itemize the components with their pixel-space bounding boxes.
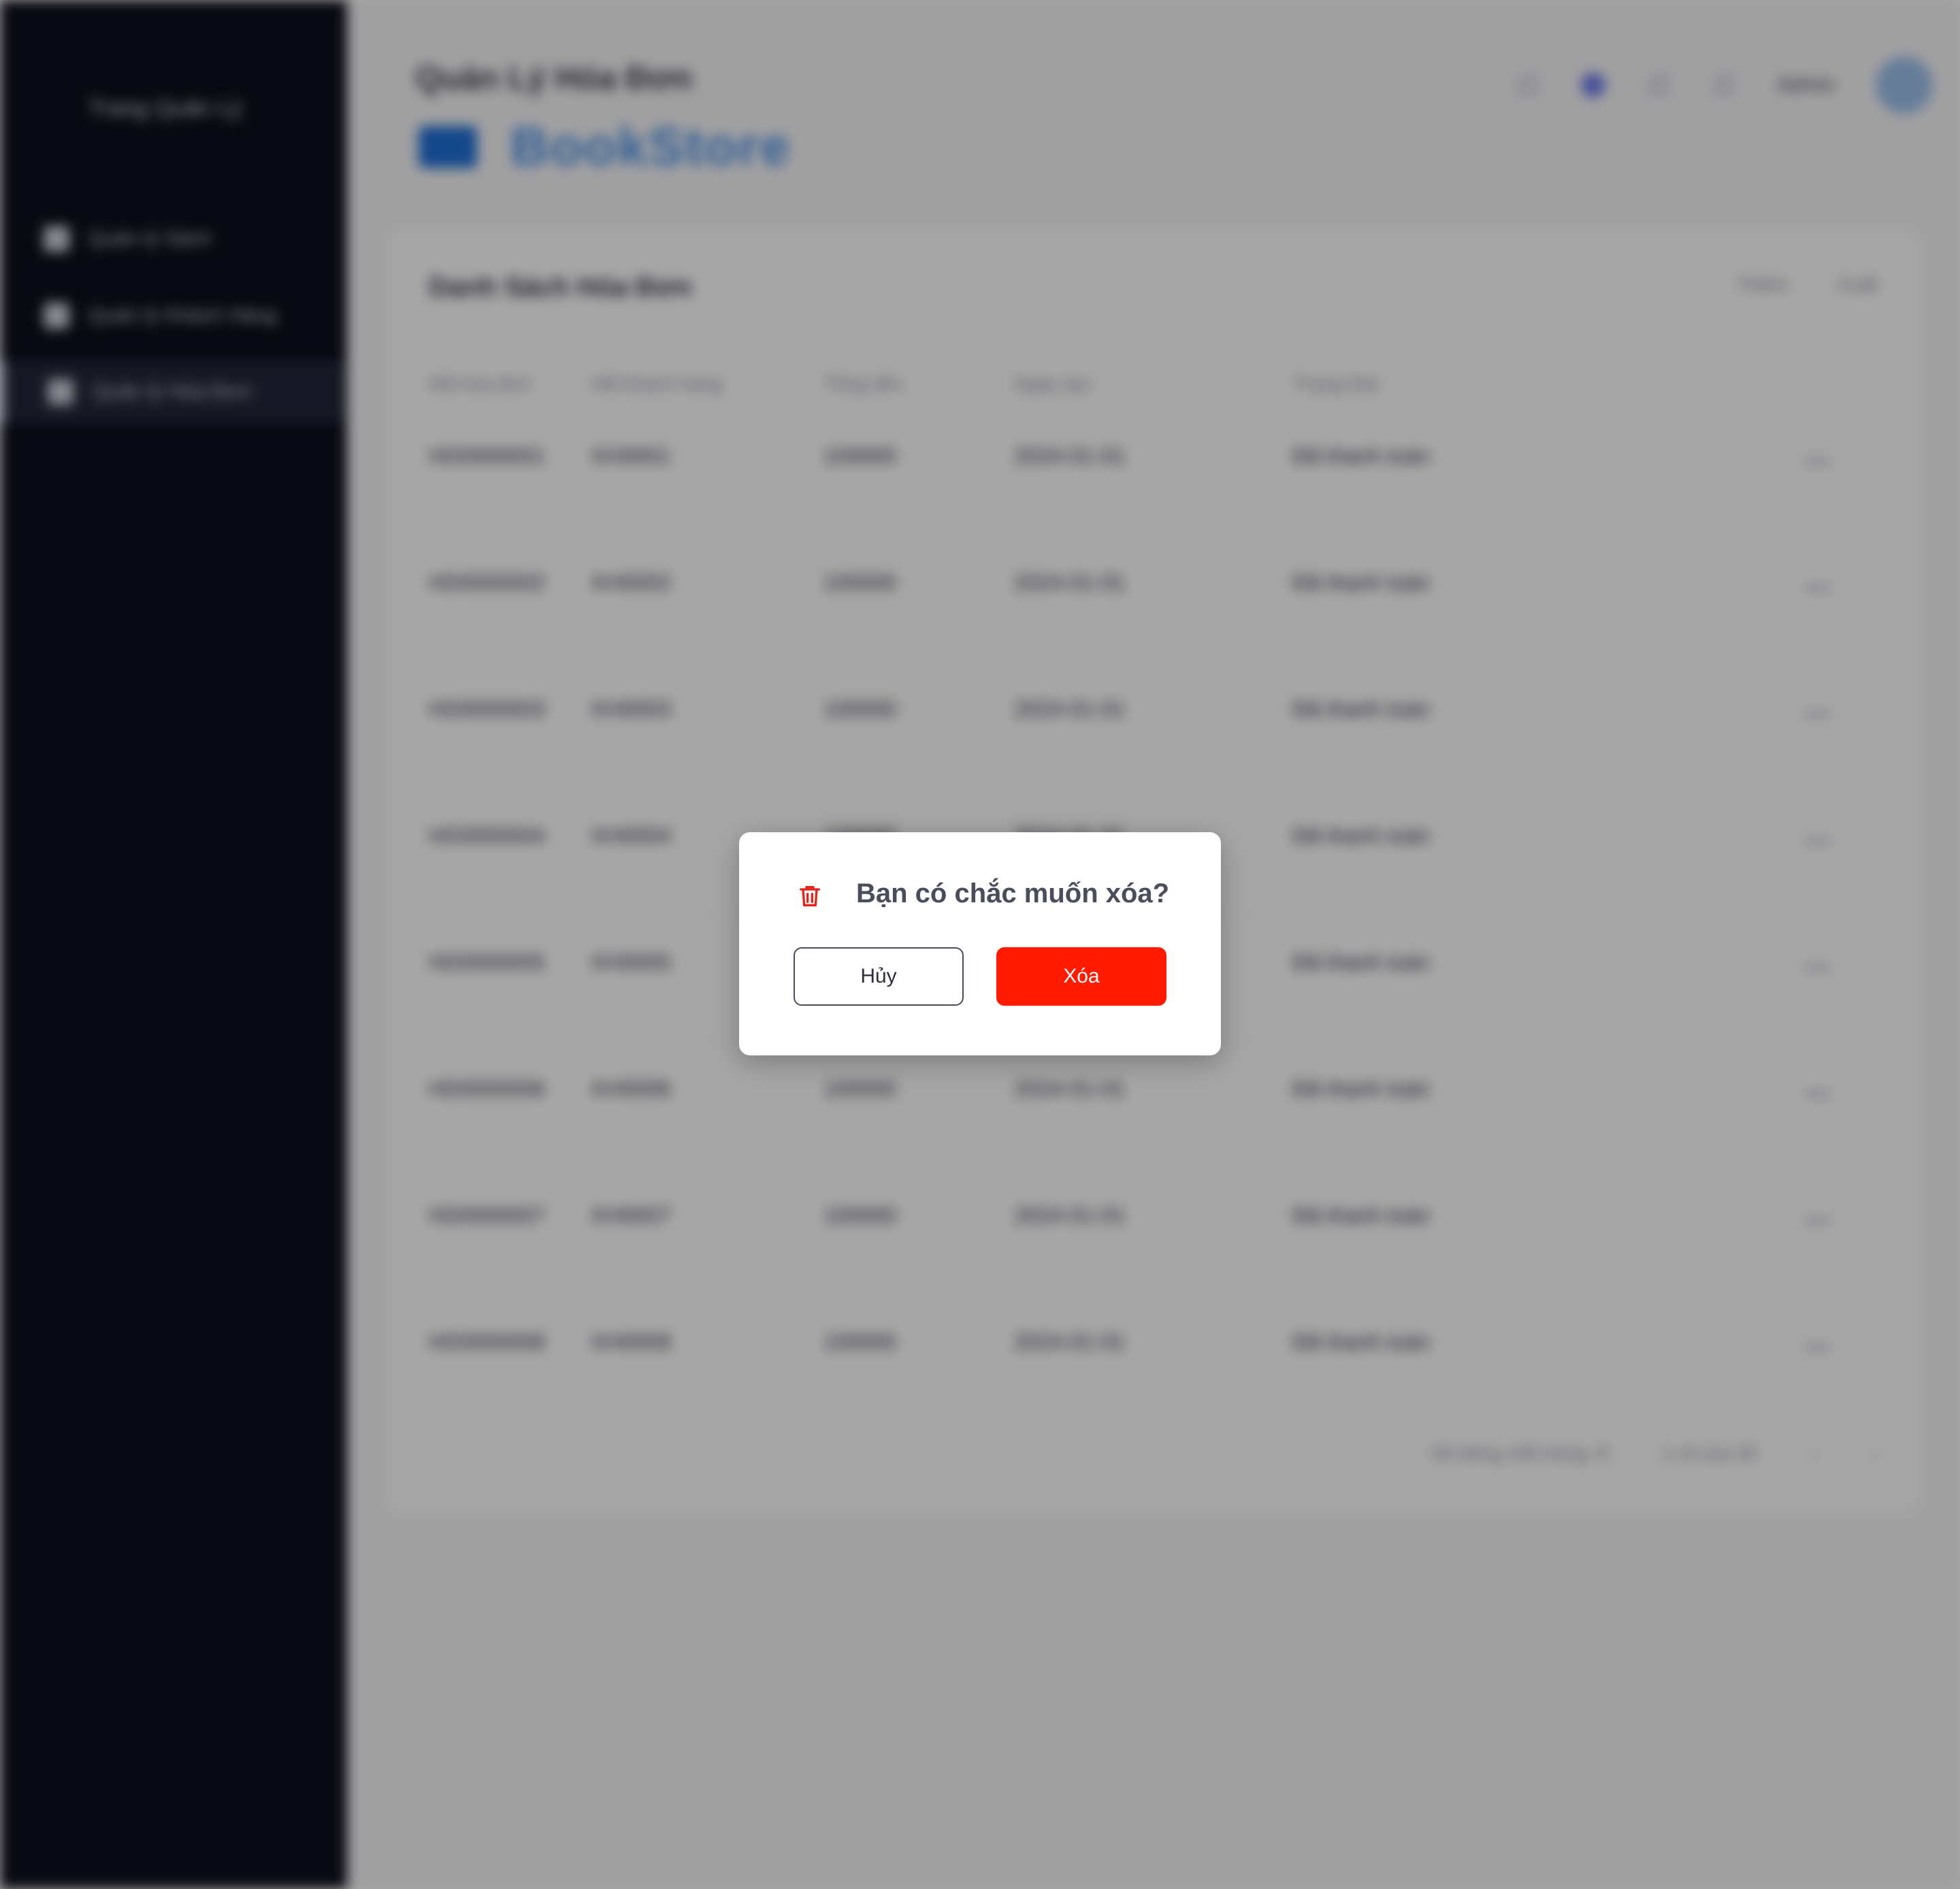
confirm-delete-dialog: Bạn có chắc muốn xóa? Hủy Xóa: [739, 832, 1221, 1055]
delete-button[interactable]: Xóa: [996, 947, 1166, 1006]
trash-icon: [800, 886, 820, 906]
cancel-button[interactable]: Hủy: [794, 947, 964, 1006]
dialog-title: Bạn có chắc muốn xóa?: [856, 878, 1170, 908]
